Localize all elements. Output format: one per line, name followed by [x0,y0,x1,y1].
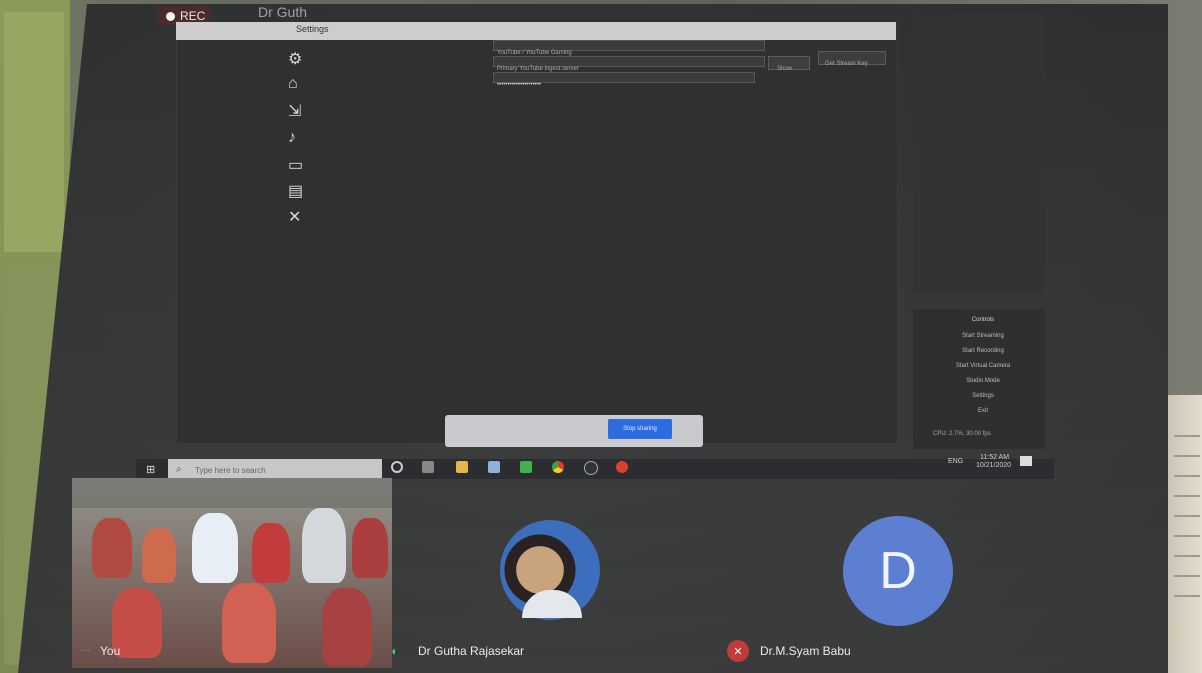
obs-titlebar [176,22,896,40]
obs-icon[interactable] [584,461,598,475]
participant-avatar-initial: D [843,516,953,626]
stream-key-value: ••••••••••••••••••••• [497,82,542,88]
shirt [522,590,582,618]
tray-language[interactable]: ENG [948,458,963,465]
settings-tab[interactable]: Settings [296,24,329,34]
virtual-camera-button[interactable]: Start Virtual Camera [933,363,1033,375]
door-slat [1174,495,1200,497]
door-slat [1174,435,1200,437]
exit-button[interactable]: Exit [933,408,1033,420]
hotkeys-icon[interactable]: ▤ [288,181,314,200]
stream-icon[interactable]: ⌂ [288,75,314,93]
person [302,508,346,583]
output-icon[interactable]: ⇲ [288,101,314,120]
header-name: Dr Guth [258,4,308,20]
mic-bars-icon: ··· [80,645,90,656]
participant-name-2: Dr.M.Syam Babu [760,644,851,658]
video-icon[interactable]: ▭ [288,155,314,174]
store-icon[interactable] [488,461,500,473]
mic-muted-icon: ✕ [727,640,749,662]
person [322,588,372,666]
chrome-icon[interactable] [552,461,564,473]
person [142,528,176,583]
person [222,583,276,663]
window-pane [4,12,64,252]
controls-dock: Controls Start Streaming Start Recording… [913,309,1045,449]
door-slat [1174,595,1200,597]
stream-key-field[interactable]: ••••••••••••••••••••• [493,72,755,88]
service-field[interactable]: YouTube / YouTube Gaming [493,40,765,56]
self-video-tile [72,478,392,668]
get-stream-key-button[interactable]: Get Stream Key [818,51,886,67]
audio-icon[interactable]: ♪ [288,129,314,147]
file-explorer-icon[interactable] [456,461,468,473]
tray-date[interactable]: 10/21/2020 [976,462,1011,469]
start-streaming-button[interactable]: Start Streaming [933,333,1033,345]
door-slat [1174,455,1200,457]
tray-time[interactable]: 11:52 AM [980,454,1009,461]
gear-icon[interactable]: ⚙ [288,49,314,68]
participant-name-1: Dr Gutha Rajasekar [418,644,525,658]
door-slat [1174,475,1200,477]
show-button-label: Show [777,66,793,72]
search-icon: ⌕ [176,464,182,475]
door-slat [1174,515,1200,517]
get-key-label: Get Stream Key [825,61,868,67]
controls-title: Controls [971,317,995,323]
recording-label: REC [180,9,206,23]
system-tray: ENG 11:52 AM 10/21/2020 [848,454,1048,472]
windows-start-icon[interactable]: ⊞ [146,463,158,476]
task-view-icon[interactable] [422,461,434,473]
obs-status: CPU: 2.7%, 30.00 fps [933,431,991,437]
search-placeholder: Type here to search [195,466,266,475]
server-field[interactable]: Primary YouTube ingest server [493,56,765,72]
door-slat [1174,535,1200,537]
person [252,523,290,583]
obs-side-panel [913,14,1045,294]
participant-avatar-photo [500,520,600,620]
person [352,518,388,578]
door-slat [1174,555,1200,557]
notification-icon[interactable] [1020,456,1032,466]
app-icon[interactable] [520,461,532,473]
controls-settings-button[interactable]: Settings [933,393,1033,405]
show-button[interactable]: Show [768,56,810,72]
door-slat [1174,575,1200,577]
advanced-icon[interactable]: ✕ [288,207,314,226]
self-name-label: You [100,644,121,658]
app-red-icon[interactable] [616,461,628,473]
cortana-icon[interactable] [391,461,403,473]
stop-sharing-button[interactable]: Stop sharing [608,419,672,439]
door [1164,395,1202,673]
person [192,513,238,583]
record-dot-icon [166,11,175,21]
person [92,518,132,578]
studio-mode-button[interactable]: Studio Mode [933,378,1033,390]
mic-active-icon: ◖ [390,644,398,658]
start-recording-button[interactable]: Start Recording [933,348,1033,360]
